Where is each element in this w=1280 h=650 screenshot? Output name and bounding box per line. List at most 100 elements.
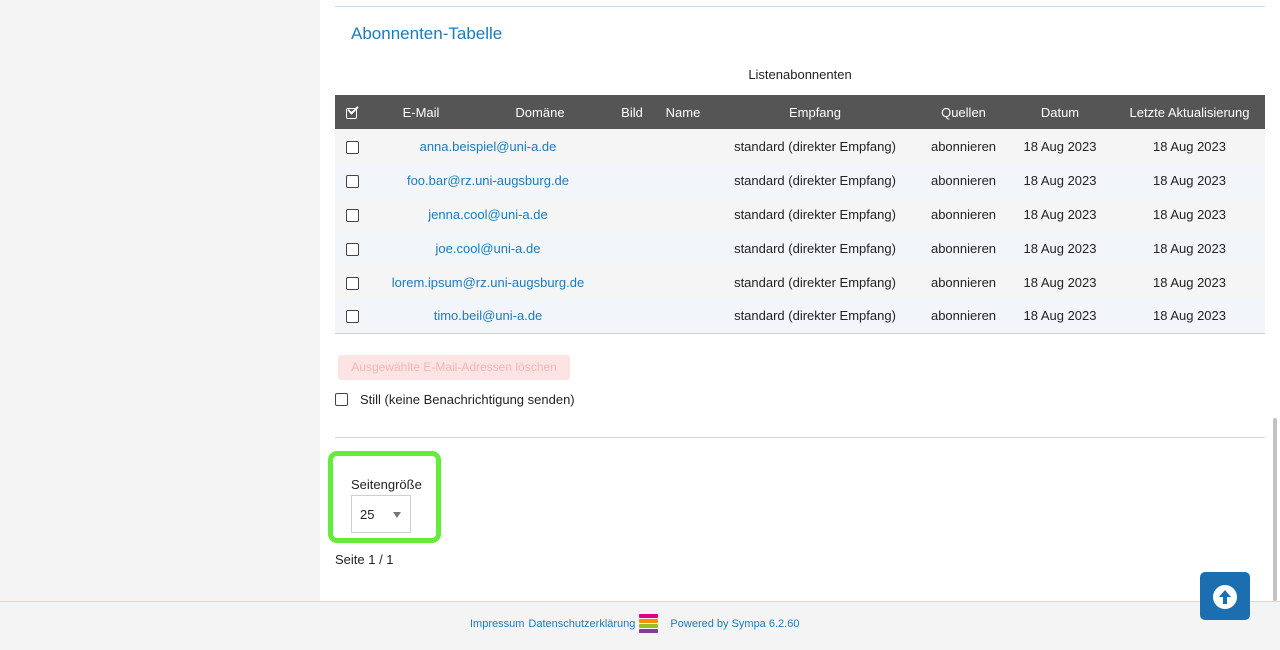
scrollbar-thumb[interactable] [1273, 418, 1277, 601]
table-row: anna.beispiel@uni-a.de standard (direkte… [335, 129, 1265, 163]
reception-cell: standard (direkter Empfang) [734, 274, 896, 290]
delete-selected-button[interactable]: Ausgewählte E-Mail-Adressen löschen [338, 355, 570, 380]
last-update-cell: 18 Aug 2023 [1152, 206, 1227, 222]
column-header-picture[interactable]: Bild [607, 95, 657, 129]
row-select-cell [335, 265, 369, 299]
column-header-email[interactable]: E-Mail [369, 95, 473, 129]
section-divider [335, 437, 1265, 438]
main-content: Abonnenten-Tabelle Listenabonnenten E-Ma… [320, 0, 1280, 601]
column-header-sources[interactable]: Quellen [921, 95, 1006, 129]
picture-cell [607, 163, 657, 197]
subscriber-email-link[interactable]: anna.beispiel@uni-a.de [420, 139, 557, 154]
name-cell [657, 129, 709, 163]
sources-cell: abonnieren [930, 172, 997, 188]
caret-down-icon [393, 512, 401, 518]
last-update-cell: 18 Aug 2023 [1152, 308, 1227, 324]
last-update-cell: 18 Aug 2023 [1152, 274, 1227, 290]
subscriber-email-link[interactable]: timo.beil@uni-a.de [434, 308, 543, 323]
footer: Impressum Datenschutzerklärung Powered b… [0, 601, 1280, 650]
quiet-checkbox[interactable] [335, 393, 348, 406]
quiet-option[interactable]: Still (keine Benachrichtigung senden) [335, 392, 575, 407]
date-cell: 18 Aug 2023 [1023, 206, 1097, 222]
row-checkbox[interactable] [345, 208, 359, 222]
page-size-value: 25 [360, 507, 375, 522]
powered-by-link[interactable]: Powered by Sympa 6.2.60 [670, 618, 799, 630]
table-row: lorem.ipsum@rz.uni-augsburg.de standard … [335, 265, 1265, 299]
left-sidebar-panel [0, 0, 320, 601]
privacy-link[interactable]: Datenschutzerklärung [528, 618, 635, 630]
footer-links: Impressum Datenschutzerklärung Powered b… [470, 614, 799, 633]
name-cell [657, 231, 709, 265]
reception-cell: standard (direkter Empfang) [734, 308, 896, 324]
check-square-icon[interactable] [345, 103, 359, 120]
email-cell: foo.bar@rz.uni-augsburg.de [369, 163, 607, 197]
top-divider [335, 6, 1265, 7]
section-title: Abonnenten-Tabelle [351, 24, 503, 43]
row-checkbox[interactable] [345, 310, 359, 324]
date-cell: 18 Aug 2023 [1023, 274, 1097, 290]
date-cell: 18 Aug 2023 [1023, 308, 1097, 324]
email-cell: timo.beil@uni-a.de [369, 299, 607, 333]
page-size-select[interactable]: 25 [351, 495, 411, 533]
column-header-last-update[interactable]: Letzte Aktualisierung [1114, 95, 1265, 129]
name-cell [657, 265, 709, 299]
name-cell [657, 197, 709, 231]
reception-cell: standard (direkter Empfang) [734, 240, 896, 256]
picture-cell [607, 129, 657, 163]
select-all-cell[interactable] [335, 95, 369, 129]
table-row: jenna.cool@uni-a.de standard (direkter E… [335, 197, 1265, 231]
row-checkbox[interactable] [345, 276, 359, 290]
table-row: timo.beil@uni-a.de standard (direkter Em… [335, 299, 1265, 333]
sympa-logo-icon [639, 614, 659, 633]
page-size-label: Seitengröße [351, 477, 422, 492]
column-header-date[interactable]: Datum [1006, 95, 1114, 129]
subscriber-email-link[interactable]: joe.cool@uni-a.de [436, 241, 541, 256]
table-row: joe.cool@uni-a.de standard (direkter Emp… [335, 231, 1265, 265]
row-select-cell [335, 231, 369, 265]
row-select-cell [335, 163, 369, 197]
subscriber-email-link[interactable]: jenna.cool@uni-a.de [428, 207, 547, 222]
name-cell [657, 299, 709, 333]
row-select-cell [335, 197, 369, 231]
last-update-cell: 18 Aug 2023 [1152, 240, 1227, 256]
name-cell [657, 163, 709, 197]
email-cell: lorem.ipsum@rz.uni-augsburg.de [369, 265, 607, 299]
picture-cell [607, 265, 657, 299]
sources-cell: abonnieren [930, 308, 997, 324]
row-checkbox[interactable] [345, 174, 359, 188]
sources-cell: abonnieren [930, 274, 997, 290]
email-cell: anna.beispiel@uni-a.de [369, 129, 607, 163]
table-header-row: E-Mail Domäne Bild Name Empfang Quellen … [335, 95, 1265, 129]
table-row: foo.bar@rz.uni-augsburg.de standard (dir… [335, 163, 1265, 197]
sources-cell: abonnieren [930, 206, 997, 222]
date-cell: 18 Aug 2023 [1023, 138, 1097, 154]
email-cell: joe.cool@uni-a.de [369, 231, 607, 265]
subscriber-email-link[interactable]: foo.bar@rz.uni-augsburg.de [407, 173, 569, 188]
column-header-reception[interactable]: Empfang [709, 95, 921, 129]
date-cell: 18 Aug 2023 [1023, 172, 1097, 188]
arrow-circle-up-icon [1213, 585, 1237, 609]
sources-cell: abonnieren [930, 138, 997, 154]
last-update-cell: 18 Aug 2023 [1152, 172, 1227, 188]
reception-cell: standard (direkter Empfang) [734, 172, 896, 188]
row-select-cell [335, 129, 369, 163]
last-update-cell: 18 Aug 2023 [1152, 138, 1227, 154]
subscribers-table: E-Mail Domäne Bild Name Empfang Quellen … [335, 95, 1265, 334]
impressum-link[interactable]: Impressum [470, 618, 524, 630]
scroll-to-top-button[interactable] [1200, 572, 1250, 620]
table-caption: Listenabonnenten [748, 67, 852, 82]
row-checkbox[interactable] [345, 140, 359, 154]
row-checkbox[interactable] [345, 242, 359, 256]
row-select-cell [335, 299, 369, 333]
column-header-domain[interactable]: Domäne [473, 95, 607, 129]
date-cell: 18 Aug 2023 [1023, 240, 1097, 256]
sources-cell: abonnieren [930, 240, 997, 256]
subscriber-email-link[interactable]: lorem.ipsum@rz.uni-augsburg.de [392, 275, 584, 290]
page-info: Seite 1 / 1 [335, 552, 394, 567]
quiet-label: Still (keine Benachrichtigung senden) [360, 392, 575, 407]
reception-cell: standard (direkter Empfang) [734, 138, 896, 154]
reception-cell: standard (direkter Empfang) [734, 206, 896, 222]
picture-cell [607, 299, 657, 333]
picture-cell [607, 197, 657, 231]
column-header-name[interactable]: Name [657, 95, 709, 129]
